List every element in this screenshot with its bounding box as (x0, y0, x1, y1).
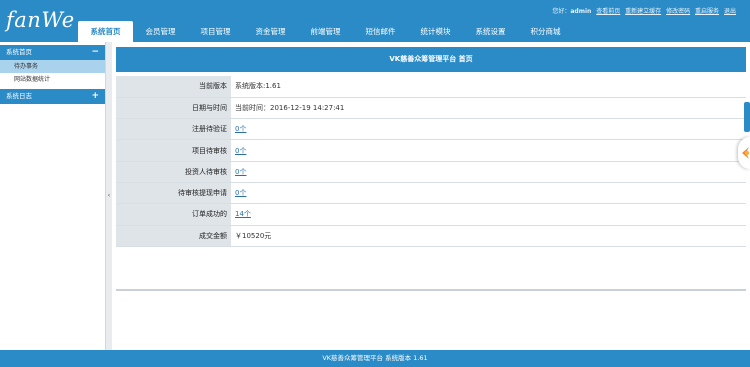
row-value: 当前时间：2016-12-19 14:27:41 (231, 97, 746, 120)
link-logout[interactable]: 退出 (724, 8, 736, 15)
nav-sms-email[interactable]: 短信邮件 (353, 21, 408, 42)
nav-frontend[interactable]: 前端管理 (298, 21, 353, 42)
successful-orders-link[interactable]: 14个 (235, 210, 251, 218)
pending-registration-link[interactable]: 0个 (235, 125, 246, 133)
nav-home[interactable]: 系统首页 (78, 21, 133, 42)
username: admin (570, 8, 592, 15)
info-table: 当前版本 系统版本:1.61 日期与时间 当前时间：2016-12-19 14:… (116, 76, 746, 247)
sidebar-group-label: 系统日志 (6, 92, 32, 100)
link-view-frontend[interactable]: 查看前页 (596, 8, 620, 15)
sidebar: 系统首页 − 待办事务 网站数据统计 系统日志 + (0, 42, 106, 350)
nav-projects[interactable]: 项目管理 (188, 21, 243, 42)
nav-statistics[interactable]: 统计模块 (408, 21, 463, 42)
row-value: 系统版本:1.61 (231, 76, 746, 98)
row-label: 项目待审核 (116, 139, 231, 162)
greeting-label: 您好： (552, 8, 571, 15)
footer: VK慈善众筹管理平台 系统版本 1.61 (0, 350, 750, 367)
page-title: VK慈善众筹管理平台 首页 (116, 47, 746, 72)
link-restart-service[interactable]: 重启服务 (695, 8, 719, 15)
table-row: 日期与时间 当前时间：2016-12-19 14:27:41 (116, 97, 746, 120)
top-links: 您好：admin 查看前页 重新建立缓存 修改密码 重启服务 退出 (549, 6, 736, 15)
table-row: 当前版本 系统版本:1.61 (116, 76, 746, 98)
table-row: 注册待验证 0个 (116, 118, 746, 141)
table-row: 待审核提现申请 0个 (116, 182, 746, 205)
table-divider (116, 289, 746, 291)
main-panel: VK慈善众筹管理平台 首页 当前版本 系统版本:1.61 日期与时间 当前时间：… (112, 42, 750, 350)
row-label: 待审核提现申请 (116, 182, 231, 205)
link-change-password[interactable]: 修改密码 (666, 8, 690, 15)
top-header: fanWe 您好：admin 查看前页 重新建立缓存 修改密码 重启服务 退出 … (0, 0, 750, 42)
sidebar-group-logs[interactable]: 系统日志 + (0, 89, 105, 104)
row-label: 当前版本 (116, 76, 231, 98)
sidebar-item-todo[interactable]: 待办事务 (0, 60, 105, 73)
row-label: 成交金额 (116, 225, 231, 247)
main-nav: 系统首页 会员管理 项目管理 资金管理 前端管理 短信邮件 统计模块 系统设置 … (78, 21, 573, 42)
row-label: 日期与时间 (116, 97, 231, 120)
row-label: 注册待验证 (116, 118, 231, 141)
nav-members[interactable]: 会员管理 (133, 21, 188, 42)
nav-points-mall[interactable]: 积分商城 (518, 21, 573, 42)
scrollbar-thumb[interactable] (744, 102, 750, 132)
pending-project-link[interactable]: 0个 (235, 147, 246, 155)
logo: fanWe (6, 8, 75, 32)
pending-withdrawal-link[interactable]: 0个 (235, 189, 246, 197)
link-rebuild-cache[interactable]: 重新建立缓存 (625, 8, 661, 15)
collapse-icon[interactable]: − (91, 45, 99, 60)
chat-icon (742, 147, 750, 159)
pending-investor-link[interactable]: 0个 (235, 168, 246, 176)
expand-icon[interactable]: + (91, 89, 99, 104)
floating-widget[interactable] (738, 137, 750, 169)
table-row: 投资人待审核 0个 (116, 161, 746, 183)
table-row: 成交金额 ￥10520元 (116, 225, 746, 247)
row-label: 订单成功的 (116, 203, 231, 226)
table-row: 订单成功的 14个 (116, 203, 746, 226)
nav-funds[interactable]: 资金管理 (243, 21, 298, 42)
sidebar-item-site-stats[interactable]: 网站数据统计 (0, 73, 105, 86)
sidebar-group-label: 系统首页 (6, 48, 32, 56)
row-value: ￥10520元 (231, 225, 746, 247)
nav-settings[interactable]: 系统设置 (463, 21, 518, 42)
sidebar-group-home[interactable]: 系统首页 − (0, 45, 105, 60)
table-row: 项目待审核 0个 (116, 139, 746, 162)
row-label: 投资人待审核 (116, 161, 231, 183)
